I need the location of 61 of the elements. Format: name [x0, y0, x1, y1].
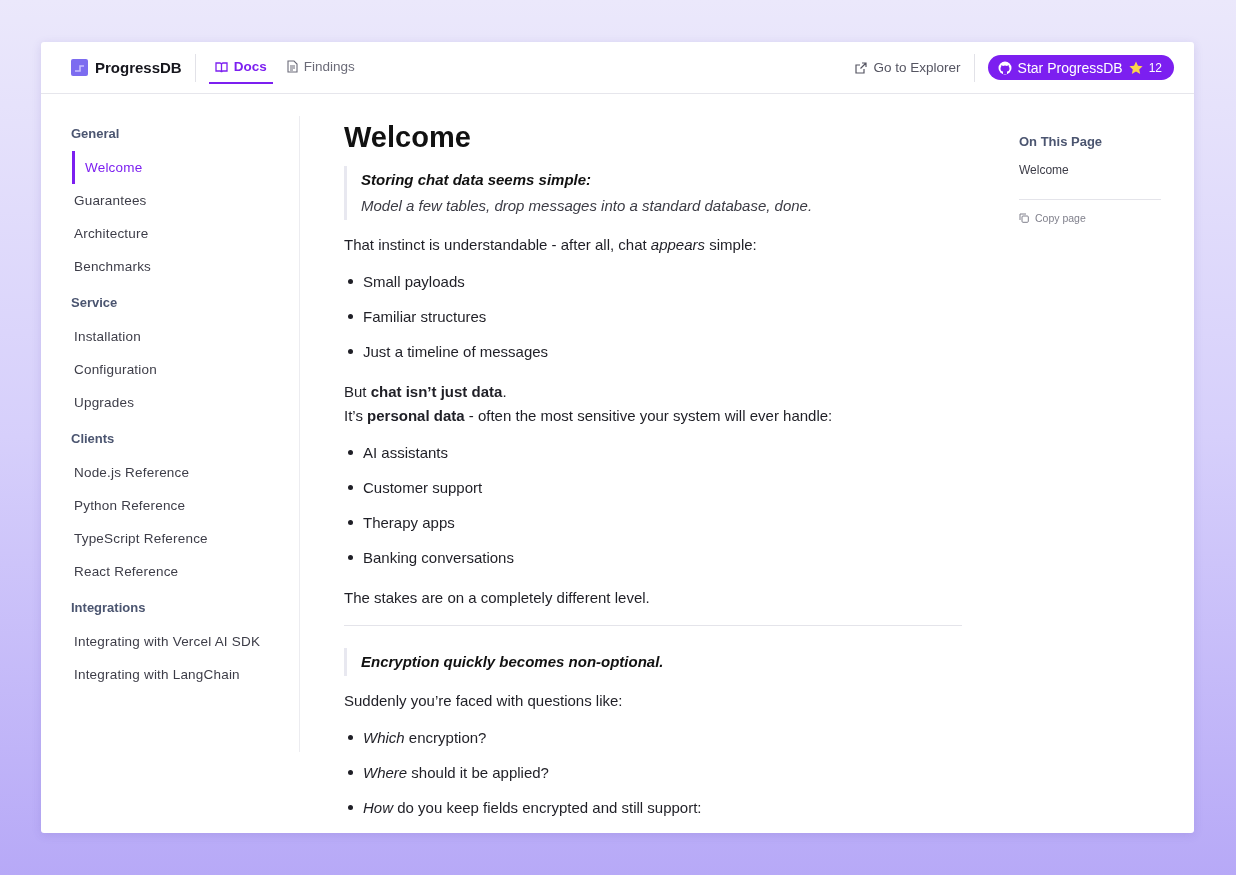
sidebar-item[interactable]: Integrating with Vercel AI SDK	[71, 625, 299, 658]
brand-name[interactable]: ProgressDB	[95, 59, 182, 76]
list-item: Which encryption?	[363, 729, 487, 746]
document-icon	[286, 60, 298, 73]
sidebar-item[interactable]: Benchmarks	[71, 250, 299, 283]
nav-tab[interactable]: Docs	[208, 51, 273, 84]
sidebar-item[interactable]: Upgrades	[71, 386, 299, 419]
copy-page-button[interactable]: Copy page	[1019, 212, 1086, 224]
sidebar-item[interactable]: Integrating with LangChain	[71, 658, 299, 691]
bullet-icon	[348, 279, 353, 284]
sidebar-item[interactable]: Welcome	[72, 151, 299, 184]
book-icon	[214, 60, 228, 73]
list-item: Banking conversations	[363, 549, 514, 566]
sidebar-heading: Clients	[71, 431, 116, 446]
list-item: Therapy apps	[363, 514, 455, 531]
bullet-icon	[348, 314, 353, 319]
page-title: Welcome	[344, 121, 472, 154]
bullet-icon	[348, 485, 353, 490]
list-item: Small payloads	[363, 273, 465, 290]
sidebar-item[interactable]: Installation	[71, 320, 299, 353]
list-item: AI assistants	[363, 444, 449, 461]
list-item: Just a timeline of messages	[363, 343, 549, 360]
logo-icon	[71, 59, 88, 76]
sidebar-item[interactable]: React Reference	[71, 555, 299, 588]
list-item: How do you keep fields encrypted and still support:	[363, 799, 702, 816]
paragraph: It’s personal data - often the most sensitive your system will ever handle:	[344, 406, 834, 426]
sidebar-item[interactable]: Node.js Reference	[71, 456, 299, 489]
bullet-icon	[348, 770, 353, 775]
bullet-icon	[348, 520, 353, 525]
sidebar-heading: Integrations	[71, 600, 147, 615]
list-item: Familiar structures	[363, 308, 487, 325]
copy-icon	[1019, 213, 1029, 223]
list-item: Where should it be applied?	[363, 764, 549, 781]
github-icon	[997, 60, 1012, 75]
sidebar-heading: General	[71, 126, 121, 141]
sidebar-item[interactable]: Configuration	[71, 353, 299, 386]
sidebar-item[interactable]: Architecture	[71, 217, 299, 250]
paragraph: The stakes are on a completely different level.	[344, 588, 651, 608]
star-icon	[1128, 60, 1143, 75]
sidebar-item[interactable]: TypeScript Reference	[71, 522, 299, 555]
star-button[interactable]: Star ProgressDB 12	[987, 55, 1174, 80]
paragraph: Suddenly you’re faced with questions like:	[344, 691, 624, 711]
bullet-icon	[348, 555, 353, 560]
toc-link[interactable]: Welcome	[1019, 163, 1161, 177]
nav-tab[interactable]: Findings	[280, 51, 361, 84]
sidebar-heading: Service	[71, 295, 119, 310]
bullet-icon	[348, 450, 353, 455]
bullet-icon	[348, 735, 353, 740]
sidebar-item[interactable]: Guarantees	[71, 184, 299, 217]
quote-text: Encryption quickly becomes non-optional.	[361, 652, 665, 672]
list-item: Customer support	[363, 479, 483, 496]
bullet-icon	[348, 349, 353, 354]
external-link-icon	[854, 61, 867, 74]
toc-heading: On This Page	[1019, 134, 1104, 149]
sidebar-item[interactable]: Python Reference	[71, 489, 299, 522]
quote-text: Model a few tables, drop messages into a standard database, done.	[361, 196, 814, 216]
explorer-link[interactable]: Go to Explorer	[854, 60, 961, 75]
bullet-icon	[348, 805, 353, 810]
paragraph: That instinct is understandable - after all, chat appears simple:	[344, 235, 758, 255]
quote-text: Storing chat data seems simple:	[361, 170, 593, 190]
paragraph: But chat isn’t just data.	[344, 382, 508, 402]
